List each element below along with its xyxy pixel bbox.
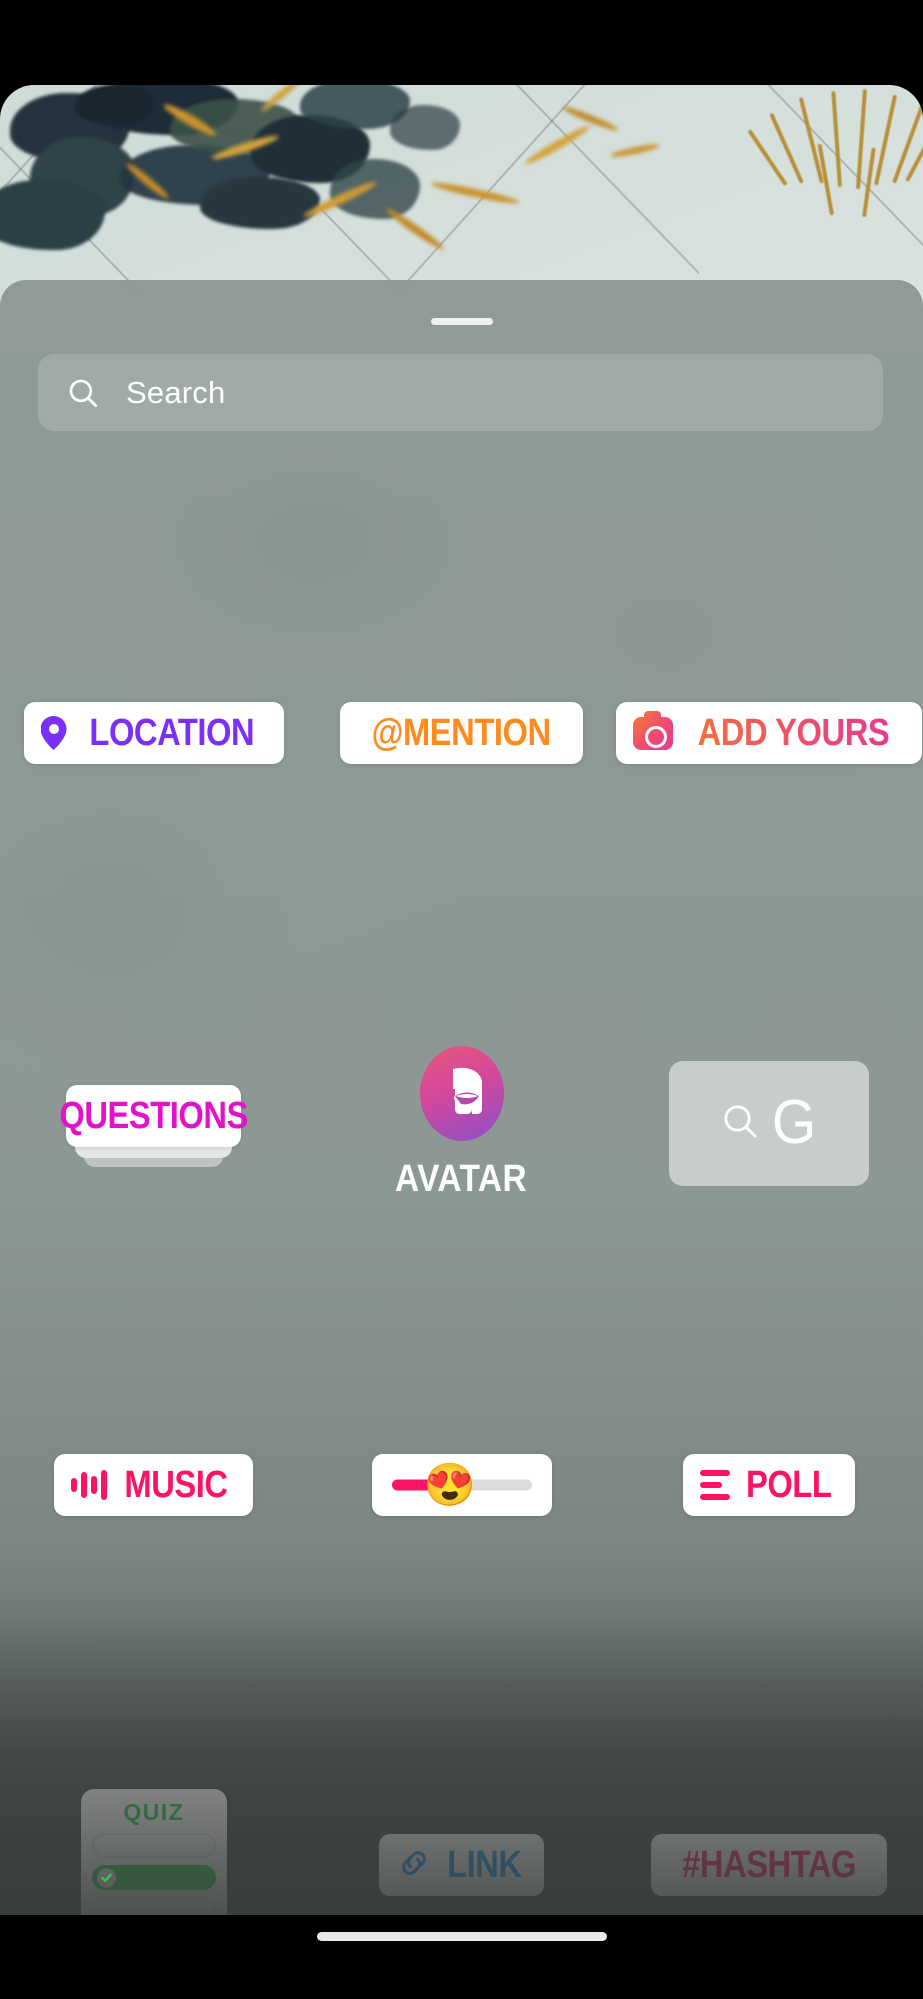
search-input[interactable]: Search	[126, 375, 225, 411]
camera-icon	[633, 710, 674, 750]
sticker-add-yours[interactable]: ADD YOURS	[616, 702, 923, 764]
sticker-tray-sheet: Search LOCATION @MENTION ADD YOURS QUEST…	[0, 280, 923, 1915]
sticker-cell-poll: POLL	[615, 1454, 923, 1516]
poll-bars-icon	[700, 1470, 731, 1500]
sticker-questions-label: QUESTIONS	[59, 1095, 249, 1137]
sticker-cell-hashtag: #HASHTAG	[615, 1834, 923, 1896]
sticker-poll[interactable]: POLL	[683, 1454, 856, 1516]
sticker-music[interactable]: MUSIC	[54, 1454, 254, 1516]
sticker-cell-link: LINK	[308, 1834, 616, 1896]
sticker-emoji-slider[interactable]: 😍	[371, 1454, 552, 1516]
sticker-poll-label: POLL	[745, 1464, 832, 1506]
sticker-add-yours-label: ADD YOURS	[697, 712, 890, 754]
sticker-cell-music: MUSIC	[0, 1454, 308, 1516]
sticker-link-label: LINK	[446, 1844, 522, 1886]
search-icon	[66, 376, 100, 410]
sticker-location-label: LOCATION	[88, 712, 254, 754]
sticker-grid: LOCATION @MENTION ADD YOURS QUESTIONS AV…	[0, 455, 923, 1915]
sticker-row-1: LOCATION @MENTION ADD YOURS	[0, 683, 923, 783]
check-icon	[101, 1873, 112, 1882]
quiz-option-2[interactable]	[91, 1865, 216, 1890]
sticker-questions[interactable]: QUESTIONS	[60, 1079, 249, 1167]
map-pin-icon	[41, 716, 67, 750]
emoji-slider-thumb[interactable]: 😍	[424, 1464, 476, 1506]
gif-search-letter: G	[771, 1088, 817, 1157]
sticker-gif-search[interactable]: G	[669, 1060, 870, 1186]
sticker-quiz[interactable]: QUIZ	[80, 1789, 227, 1915]
sticker-hashtag-label: #HASHTAG	[682, 1844, 857, 1886]
sticker-avatar-label: AVATAR	[395, 1157, 528, 1200]
sticker-cell-gif: G	[615, 1060, 923, 1186]
sticker-avatar[interactable]: AVATAR	[386, 1045, 536, 1201]
sticker-cell-emoji-slider: 😍	[308, 1454, 616, 1516]
quiz-option-3[interactable]	[91, 1897, 216, 1915]
home-indicator[interactable]	[316, 1932, 607, 1941]
sticker-row-3: MUSIC 😍 POLL	[0, 1435, 923, 1535]
sticker-row-2: QUESTIONS AVATAR G	[0, 1043, 923, 1203]
sticker-row-4: QUIZ LINK #HASHTAG	[0, 1785, 923, 1915]
sticker-music-label: MUSIC	[124, 1464, 229, 1506]
phone-screen: Search LOCATION @MENTION ADD YOURS QUEST…	[0, 0, 923, 1999]
search-icon	[720, 1101, 760, 1146]
quiz-option-1[interactable]	[91, 1833, 216, 1858]
sticker-cell-location: LOCATION	[0, 702, 308, 764]
avatar-face-icon	[419, 1045, 504, 1141]
questions-card-front: QUESTIONS	[60, 1085, 249, 1147]
sheet-drag-handle[interactable]	[430, 318, 493, 325]
sticker-location[interactable]: LOCATION	[23, 702, 285, 764]
sticker-cell-questions: QUESTIONS	[0, 1079, 308, 1167]
sticker-cell-avatar: AVATAR	[308, 1045, 616, 1201]
search-bar[interactable]: Search	[38, 354, 883, 431]
music-waveform-icon	[71, 1468, 108, 1502]
sticker-cell-add-yours: ADD YOURS	[615, 702, 923, 764]
sticker-quiz-label: QUIZ	[123, 1799, 185, 1825]
sticker-mention-label: @MENTION	[371, 712, 552, 754]
sticker-mention[interactable]: @MENTION	[340, 702, 583, 764]
sticker-cell-quiz: QUIZ	[0, 1789, 308, 1915]
sticker-link[interactable]: LINK	[378, 1834, 545, 1896]
sticker-hashtag[interactable]: #HASHTAG	[651, 1834, 888, 1896]
chain-link-icon	[396, 1845, 432, 1886]
sticker-cell-mention: @MENTION	[308, 702, 616, 764]
